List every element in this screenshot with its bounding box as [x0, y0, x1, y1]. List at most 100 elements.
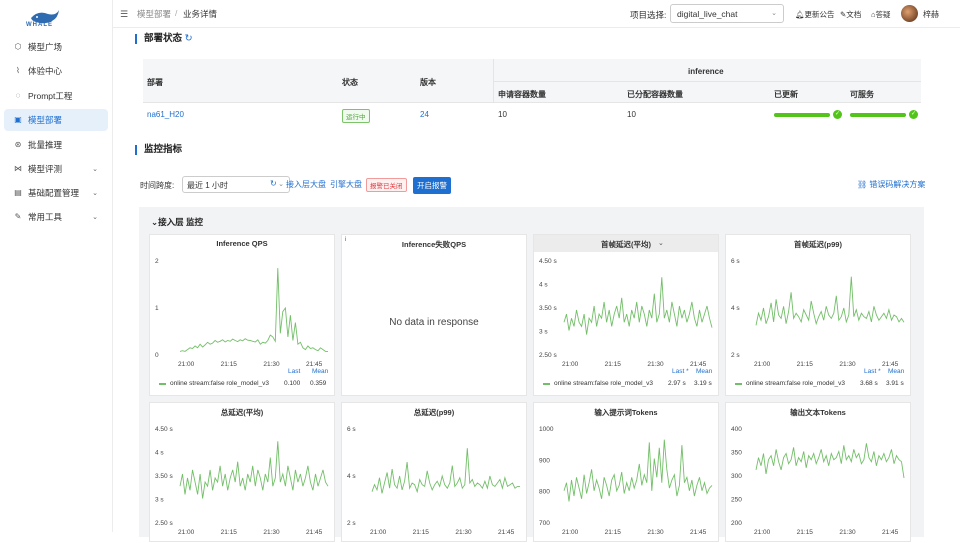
legend-series-name[interactable]: online stream:false role_model_v3: [170, 380, 269, 387]
line-chart: 1000 900 800 700 21:00 21:15 21:30 21:45: [539, 426, 713, 536]
x-tick-label: 21:15: [797, 361, 814, 368]
error-code-help-link[interactable]: ⛓︎ 错误码解决方案: [857, 179, 925, 190]
project-select[interactable]: digital_live_chat ⌄: [670, 4, 784, 23]
x-tick-label: 21:30: [455, 529, 472, 536]
check-icon: ✓: [833, 110, 842, 119]
enable-alarm-button[interactable]: 开启报警: [413, 177, 451, 194]
metric-panel-5[interactable]: 总延迟(平均) 4.50 s4 s 3.50 s3 s 2.50 s 21:00 21:1…: [149, 402, 335, 542]
sidebar-item-3[interactable]: ◌ Prompt工程: [4, 85, 108, 107]
x-tick-label: 21:30: [839, 361, 856, 368]
requested-count: 10: [498, 110, 507, 119]
sidebar-item-5[interactable]: ⊛ 批量推理: [4, 134, 108, 156]
legend-last-header[interactable]: Last *: [672, 368, 689, 375]
version-link[interactable]: 24: [420, 110, 429, 119]
y-tick-label: 3 s: [155, 497, 164, 504]
x-tick-label: 21:00: [754, 529, 771, 536]
deploy-table-header: 部署 状态 版本 inference 申请容器数量 已分配容器数量 已更新 可服…: [143, 59, 921, 103]
cube-icon: ⬡: [14, 42, 22, 51]
engine-dashboard-link[interactable]: 引擎大盘: [330, 179, 362, 190]
chevron-down-icon: ⌄: [771, 10, 777, 17]
legend-mean-header[interactable]: Mean: [888, 368, 904, 375]
legend-swatch: [735, 383, 742, 385]
y-tick-label: 4 s: [731, 305, 740, 312]
col-updated: 已更新: [774, 90, 798, 99]
y-tick-label: 800: [539, 489, 550, 496]
metric-panel-6[interactable]: 总延迟(p99) 6 s4 s2 s 21:00 21:15 21:30 21:45: [341, 402, 527, 542]
docs-link[interactable]: ✎文档: [840, 9, 861, 20]
refresh-icon[interactable]: ↻: [270, 179, 277, 188]
x-tick-label: 21:30: [263, 361, 280, 368]
link-icon: ⛓︎: [857, 180, 868, 189]
sidebar-item-8[interactable]: ✎ 常用工具 ⌄: [4, 206, 108, 228]
y-tick-label: 6 s: [731, 258, 740, 265]
col-inference: inference: [688, 67, 724, 76]
qa-link[interactable]: ⌂答疑: [871, 9, 891, 20]
x-tick-label: 21:00: [178, 361, 195, 368]
metric-panel-4[interactable]: 首帧延迟(p99) 6 s4 s2 s 21:00 21:15 21:30 21:45 La…: [725, 234, 911, 396]
sidebar-item-7[interactable]: ▤ 基础配置管理 ⌄: [4, 182, 108, 204]
check-icon: ✓: [909, 110, 918, 119]
metric-panel-2[interactable]: Inference失败QPS i No data in response: [341, 234, 527, 396]
topbar: ☰ 模型部署 / 业务详情 项目选择: digital_live_chat ⌄ …: [113, 0, 960, 28]
legend-series-name[interactable]: online stream:false role_model_v3: [746, 380, 845, 387]
sidebar-item-2[interactable]: ⌇ 体验中心: [4, 60, 108, 82]
y-tick-label: 350: [731, 450, 742, 457]
metric-panel-8[interactable]: 输出文本Tokens 400 350 300 250 200 21:00 21:15 21:30…: [725, 402, 911, 542]
monitor-group-title[interactable]: ⌄接入层 监控: [151, 216, 203, 228]
legend-last-header[interactable]: Last: [288, 368, 300, 375]
metric-panel-3[interactable]: 首帧延迟(平均) ⌄ 4.50 s4 s 3.50 s3 s 2.50 s 21:00 2…: [533, 234, 719, 396]
deploy-name-link[interactable]: na61_H20: [147, 110, 184, 119]
legend-mean-header[interactable]: Mean: [312, 368, 328, 375]
x-tick-label: 21:00: [562, 529, 579, 536]
info-icon[interactable]: i: [345, 237, 346, 243]
chat-icon: ◌: [15, 91, 21, 100]
user-name: 梓赫: [923, 10, 939, 19]
legend-mean-header[interactable]: Mean: [696, 368, 712, 375]
sidebar-item-label: Prompt工程: [28, 91, 73, 101]
x-tick-label: 21:45: [690, 361, 707, 368]
x-tick-label: 21:45: [882, 361, 899, 368]
y-tick-label: 300: [731, 473, 742, 480]
y-tick-label: 4.50 s: [539, 258, 557, 265]
x-tick-label: 21:45: [882, 529, 899, 536]
y-tick-label: 3.50 s: [155, 473, 173, 480]
y-tick-label: 6 s: [347, 426, 356, 433]
col-serviceable: 可服务: [850, 90, 874, 99]
legend-last-header[interactable]: Last *: [864, 368, 881, 375]
y-tick-label: 2.50 s: [539, 352, 557, 359]
metric-panel-7[interactable]: 输入提示词Tokens 1000 900 800 700 21:00 21:15 21:30 2…: [533, 402, 719, 542]
sidebar-item-4[interactable]: ▣ 模型部署: [4, 109, 108, 131]
evaluate-icon: ⋈: [14, 164, 22, 173]
metric-panel-1[interactable]: Inference QPS 2 1 0 21:00 21:15 21:30 21:45 Last…: [149, 234, 335, 396]
whale-logo: [31, 10, 59, 24]
sidebar-item-1[interactable]: ⬡ 模型广场: [4, 36, 108, 58]
sidebar-item-label: 模型部署: [28, 115, 63, 125]
col-deploy: 部署: [147, 78, 163, 87]
sidebar-item-label: 体验中心: [28, 66, 63, 76]
y-tick-label: 1000: [539, 426, 554, 433]
sidebar-item-label: 常用工具: [28, 212, 63, 222]
legend-mean-value: 3.19 s: [694, 380, 712, 387]
avatar[interactable]: [901, 5, 918, 22]
project-label: 项目选择:: [630, 10, 667, 20]
breadcrumb-parent[interactable]: 模型部署: [137, 8, 171, 20]
access-dashboard-link[interactable]: 接入层大盘: [286, 179, 326, 190]
status-badge: 运行中: [342, 109, 370, 123]
y-tick-label: 700: [539, 520, 550, 527]
breadcrumb-current: 业务详情: [183, 9, 218, 19]
refresh-icon[interactable]: ↻: [185, 33, 193, 44]
legend-mean-value: 0.359: [310, 380, 327, 387]
legend-series-name[interactable]: online stream:false role_model_v3: [554, 380, 653, 387]
y-tick-label: 900: [539, 457, 550, 464]
panel-title[interactable]: Inference失败QPS: [342, 239, 526, 250]
announce-link[interactable]: 🔔︎更新公告: [795, 9, 835, 20]
series-line: [755, 443, 905, 479]
chart-line-icon: ⌇: [16, 66, 20, 75]
menu-toggle-icon[interactable]: ☰: [120, 9, 128, 20]
sidebar-item-6[interactable]: ⋈ 模型评测 ⌄: [4, 158, 108, 180]
line-chart: 4.50 s 4 s 3.50 s 3 s 2.50 s 21:00 21:15 21:30 2…: [539, 258, 713, 368]
x-tick-label: 21:45: [306, 361, 323, 368]
alarm-off-badge: 报警已关闭: [366, 178, 407, 192]
x-tick-label: 21:45: [690, 529, 707, 536]
y-tick-label: 0: [155, 352, 159, 359]
